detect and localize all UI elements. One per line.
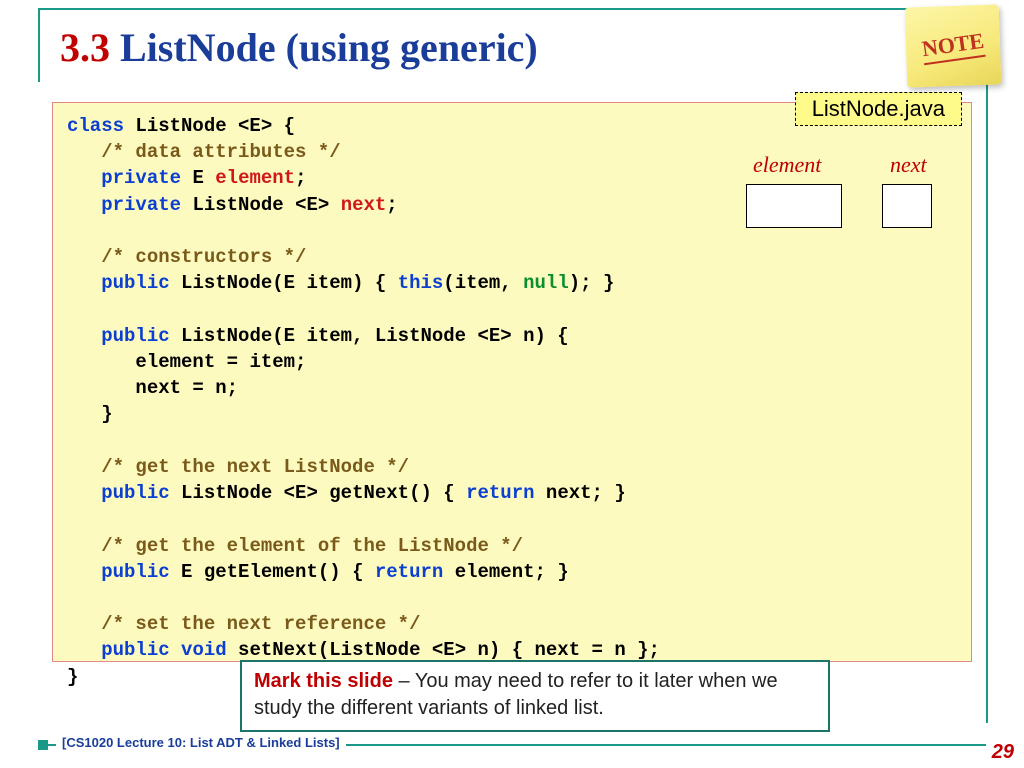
title-text: ListNode (using generic) [110,25,538,70]
diagram-box-element [746,184,842,228]
diagram-label-next: next [890,152,927,178]
section-number: 3.3 [60,25,110,70]
mark-lead: Mark this slide [254,670,393,692]
note-sticker: NOTE [905,4,1002,87]
diagram-box-next [882,184,932,228]
filename-tag: ListNode.java [795,92,962,126]
note-text: NOTE [920,27,986,64]
code-content: class ListNode <E> { /* data attributes … [67,113,660,690]
diagram-label-element: element [753,152,821,178]
page-number: 29 [992,741,1014,764]
mark-slide-note: Mark this slide – You may need to refer … [240,660,830,732]
footer-text: [CS1020 Lecture 10: List ADT & Linked Li… [56,735,346,750]
slide-title: 3.3 ListNode (using generic) [60,24,538,71]
